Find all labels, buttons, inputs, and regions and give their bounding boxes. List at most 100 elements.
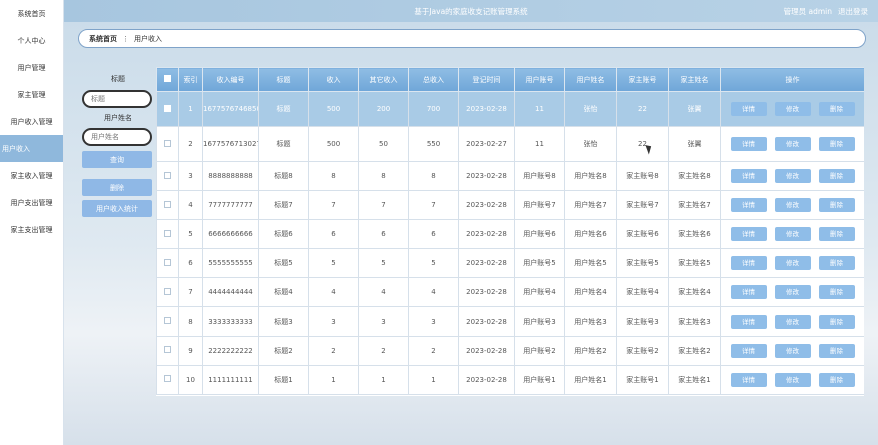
detail-button[interactable]: 详情: [730, 343, 767, 358]
breadcrumb-home[interactable]: 系统首页: [89, 34, 117, 44]
table-row[interactable]: 1 1677576746850 标题 500 200 700 2023-02-28 11 张怡 2…: [156, 91, 864, 127]
cell-other: 4: [358, 277, 409, 308]
cell-name: 用户姓名3: [564, 306, 617, 337]
table-row[interactable]: 3 8888888888 标题8 8 8 8 2023-02-28 用户账号8 用户姓名8 家主账…: [156, 160, 864, 192]
detail-button[interactable]: 详情: [730, 198, 767, 213]
row-delete-button[interactable]: 删除: [818, 102, 855, 116]
select-all-checkbox[interactable]: [164, 75, 171, 82]
row-delete-button[interactable]: 删除: [818, 314, 855, 329]
table-row[interactable]: 9 2222222222 标题2 2 2 2 2023-02-28 用户账号2 用户姓名2 家主账…: [156, 335, 864, 366]
detail-button[interactable]: 详情: [730, 314, 767, 329]
sidebar-item-profile[interactable]: 个人中心: [0, 27, 63, 54]
row-delete-button[interactable]: 删除: [818, 372, 855, 387]
detail-button[interactable]: 详情: [730, 227, 767, 242]
income-stats-button[interactable]: 用户收入统计: [82, 200, 152, 217]
row-delete-button[interactable]: 删除: [818, 343, 855, 358]
cell-account: 用户账号4: [514, 277, 565, 308]
title-label: 标题: [111, 75, 125, 83]
edit-button[interactable]: 修改: [774, 169, 811, 184]
sidebar-item-label: 家主收入管理: [10, 171, 53, 180]
column-header: 用户账号: [514, 67, 565, 92]
detail-button[interactable]: 详情: [730, 256, 767, 271]
edit-button[interactable]: 修改: [774, 343, 811, 358]
edit-button[interactable]: 修改: [774, 285, 811, 300]
row-select-cell[interactable]: [156, 160, 179, 192]
row-checkbox[interactable]: [164, 287, 171, 295]
sidebar-item-owner-income-management[interactable]: 家主收入管理: [0, 162, 63, 189]
table-row[interactable]: 10 1111111111 标题1 1 1 1 2023-02-28 用户账号1 用户姓名1 家主…: [156, 364, 864, 395]
row-delete-button[interactable]: 删除: [818, 256, 855, 271]
row-checkbox[interactable]: [164, 375, 171, 383]
sidebar-item-user-income-management[interactable]: 用户收入管理: [0, 108, 63, 135]
cell-owner-name: 家主姓名4: [668, 277, 721, 308]
row-checkbox[interactable]: [164, 229, 171, 237]
cell-other: 50: [358, 126, 409, 162]
sidebar-item-home[interactable]: 系统首页: [0, 0, 63, 27]
detail-button[interactable]: 详情: [730, 102, 767, 116]
row-delete-button[interactable]: 删除: [818, 227, 855, 242]
edit-button[interactable]: 修改: [774, 314, 811, 329]
table-row[interactable]: 8 3333333333 标题3 3 3 3 2023-02-28 用户账号3 用户姓名3 家主账…: [156, 306, 864, 337]
edit-button[interactable]: 修改: [774, 102, 811, 116]
sidebar-item-owner-expense-management[interactable]: 家主支出管理: [0, 216, 63, 243]
row-checkbox[interactable]: [164, 258, 171, 266]
row-actions: 详情 修改 删除: [720, 91, 864, 127]
row-delete-button[interactable]: 删除: [818, 285, 855, 300]
cell-name: 用户姓名1: [564, 364, 617, 395]
row-select-cell[interactable]: [156, 219, 179, 250]
cell-owner-account: 家主账号2: [616, 335, 669, 366]
detail-button[interactable]: 详情: [730, 285, 767, 300]
search-button[interactable]: 查询: [82, 151, 152, 168]
row-select-cell[interactable]: [156, 248, 179, 279]
table-row[interactable]: 6 5555555555 标题5 5 5 5 2023-02-28 用户账号5 用户姓名5 家主账…: [156, 248, 864, 279]
sidebar-item-users[interactable]: 用户管理: [0, 54, 63, 81]
row-select-cell[interactable]: [156, 126, 179, 162]
cell-name: 用户姓名6: [564, 219, 617, 250]
breadcrumb-separator: ⋮: [122, 34, 129, 43]
cell-income: 500: [308, 91, 359, 127]
row-select-cell[interactable]: [156, 277, 179, 308]
table-row[interactable]: 2 1677576713027 标题 500 50 550 2023-02-27 11 张怡 22…: [156, 126, 864, 162]
row-checkbox[interactable]: [164, 104, 171, 112]
cell-account: 11: [514, 91, 565, 127]
edit-button[interactable]: 修改: [774, 372, 811, 387]
edit-button[interactable]: 修改: [774, 227, 811, 242]
row-checkbox[interactable]: [164, 139, 171, 147]
cell-total: 6: [408, 219, 459, 250]
row-select-cell[interactable]: [156, 91, 179, 127]
column-header: 收入编号: [202, 67, 259, 92]
table-row[interactable]: 4 7777777777 标题7 7 7 7 2023-02-28 用户账号7 用户姓名7 家主账…: [156, 190, 864, 221]
row-select-cell[interactable]: [156, 364, 179, 395]
row-delete-button[interactable]: 删除: [818, 169, 855, 184]
select-all-header[interactable]: [156, 67, 179, 92]
title-input[interactable]: [82, 90, 152, 108]
sidebar-item-user-expense-management[interactable]: 用户支出管理: [0, 189, 63, 216]
row-select-cell[interactable]: [156, 190, 179, 221]
edit-button[interactable]: 修改: [774, 256, 811, 271]
row-checkbox[interactable]: [164, 200, 171, 208]
edit-button[interactable]: 修改: [774, 137, 811, 151]
column-header: 家主账号: [616, 67, 669, 92]
cell-income: 8: [308, 160, 359, 192]
name-input[interactable]: [82, 128, 152, 146]
row-delete-button[interactable]: 删除: [818, 198, 855, 213]
detail-button[interactable]: 详情: [730, 372, 767, 387]
detail-button[interactable]: 详情: [730, 137, 767, 151]
cell-date: 2023-02-28: [458, 91, 515, 127]
row-checkbox[interactable]: [164, 317, 171, 325]
table-row[interactable]: 5 6666666666 标题6 6 6 6 2023-02-28 用户账号6 用户姓名6 家主账…: [156, 219, 864, 250]
row-select-cell[interactable]: [156, 306, 179, 337]
cell-index: 10: [178, 364, 203, 395]
delete-button[interactable]: 删除: [82, 179, 152, 196]
edit-button[interactable]: 修改: [774, 198, 811, 213]
table-row[interactable]: 7 4444444444 标题4 4 4 4 2023-02-28 用户账号4 用户姓名4 家主账…: [156, 277, 864, 308]
row-checkbox[interactable]: [164, 171, 171, 179]
row-checkbox[interactable]: [164, 346, 171, 354]
row-select-cell[interactable]: [156, 335, 179, 366]
sidebar-item-owners[interactable]: 家主管理: [0, 81, 63, 108]
logout-link[interactable]: 退出登录: [838, 6, 868, 17]
sidebar-item-user-income[interactable]: 用户收入: [0, 135, 63, 162]
detail-button[interactable]: 详情: [730, 169, 767, 184]
sidebar: 系统首页 个人中心 用户管理 家主管理 用户收入管理 用户收入 家主收入管理 用…: [0, 0, 64, 445]
row-delete-button[interactable]: 删除: [818, 137, 855, 151]
